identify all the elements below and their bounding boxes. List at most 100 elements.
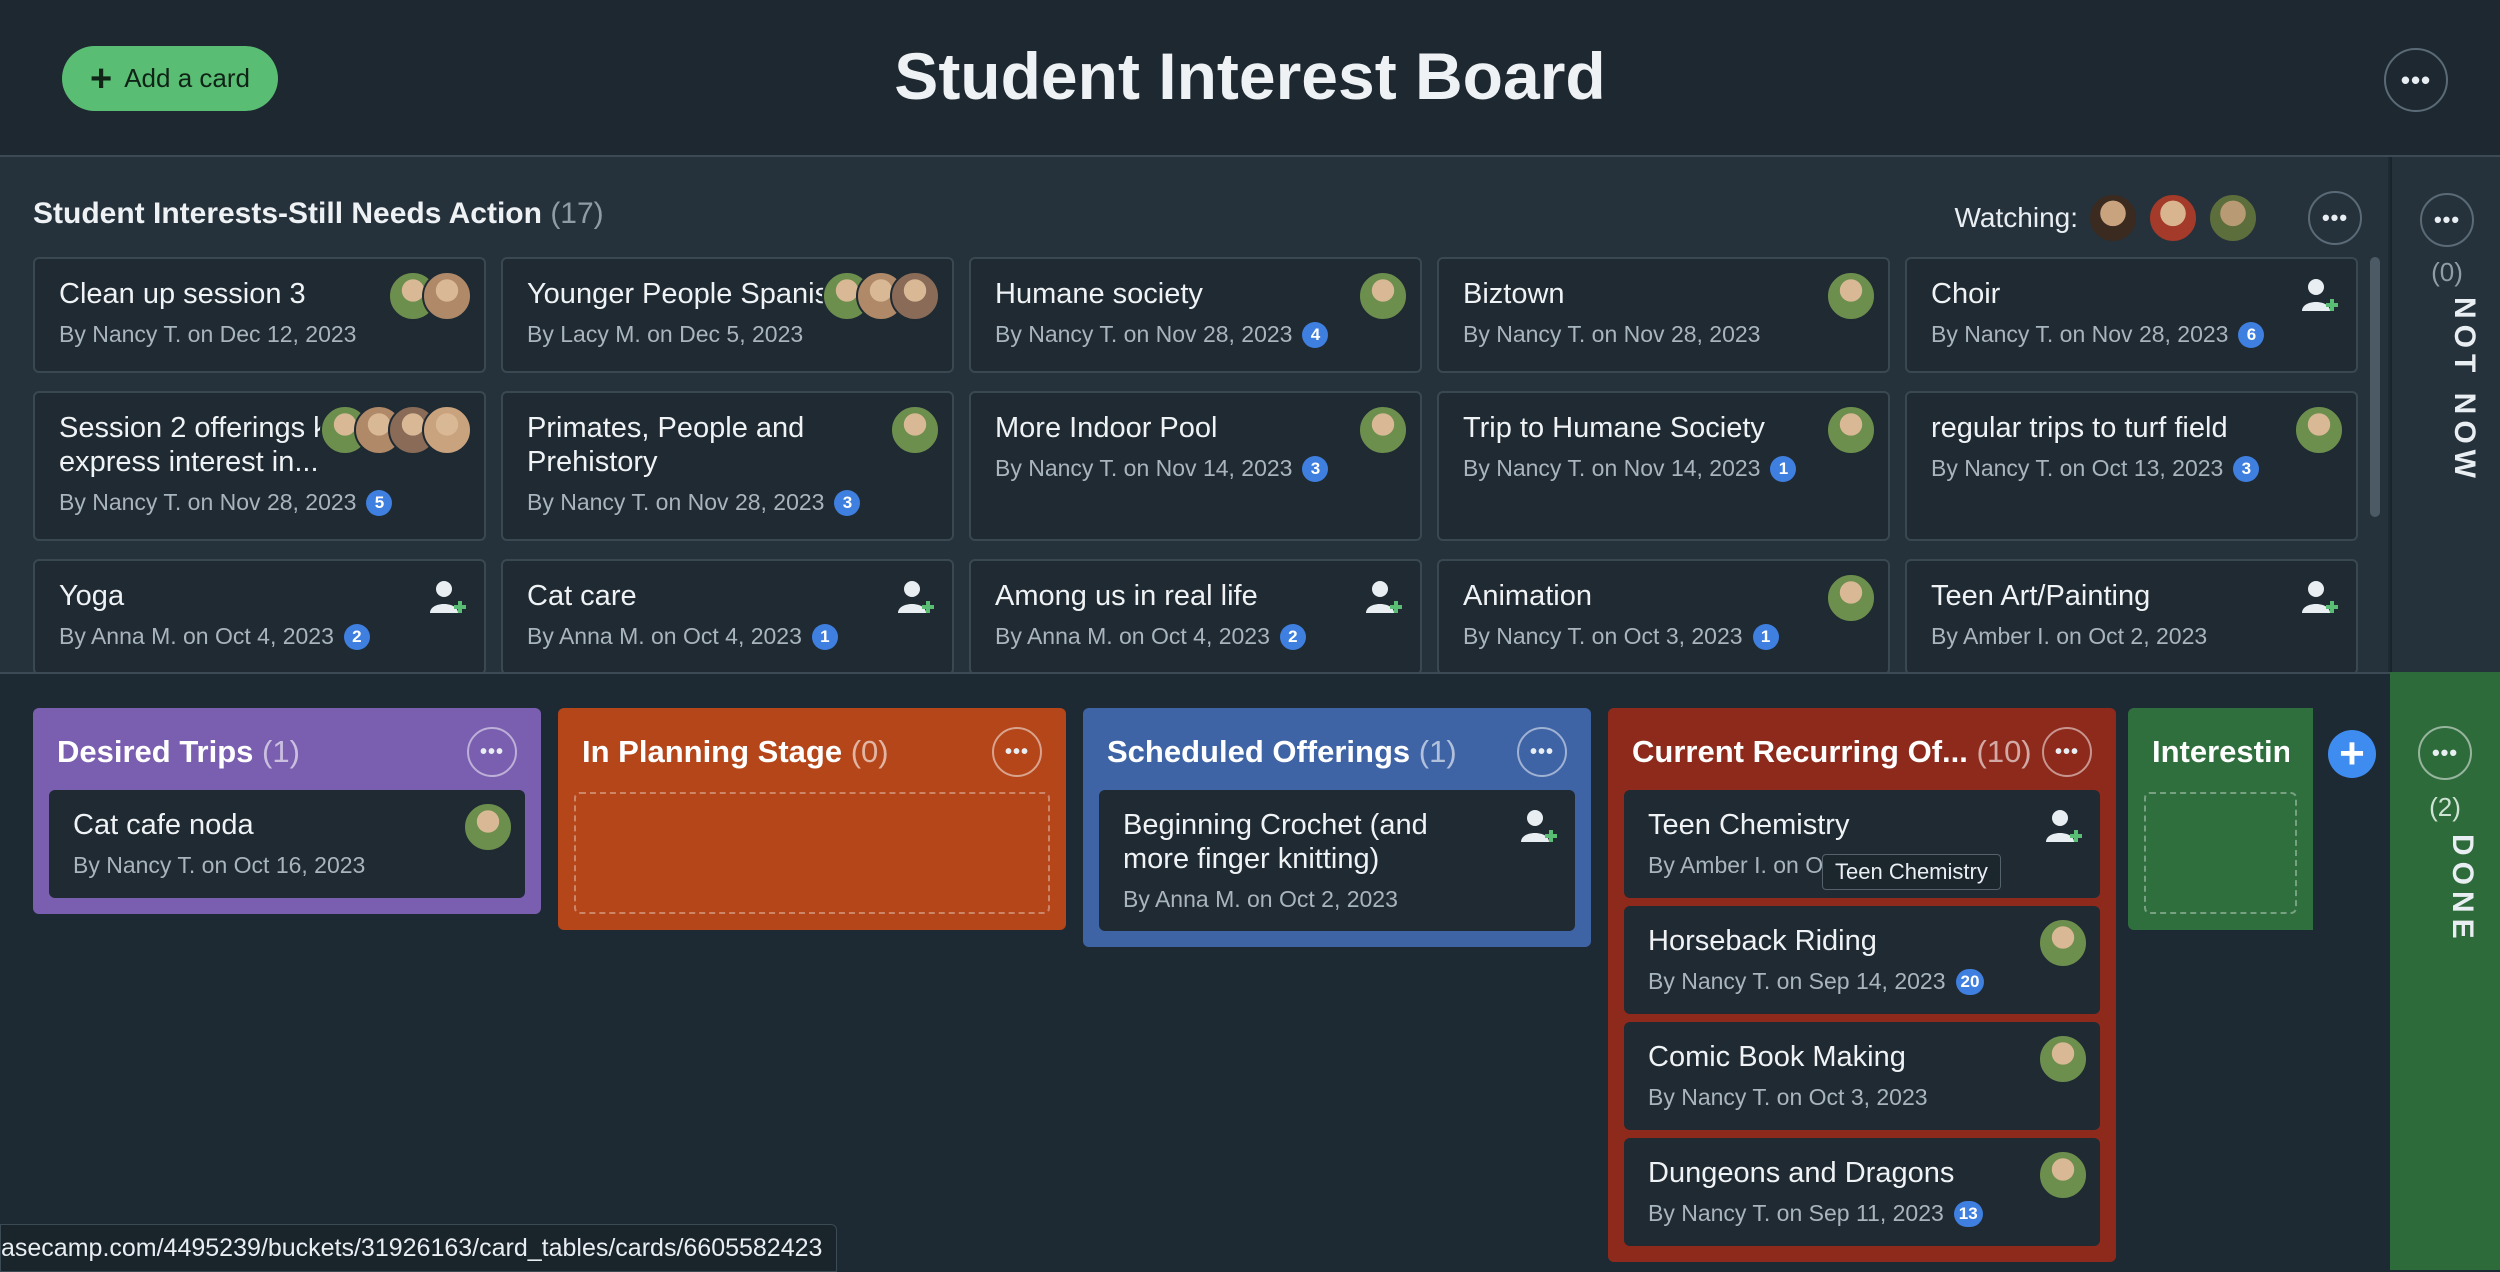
card[interactable]: Animation By Nancy T. on Oct 3, 2023 1 (1437, 559, 1890, 675)
card-author-date: By Amber I. on Oct 2, 2023 (1931, 623, 2208, 649)
card-title: Cat care (527, 580, 637, 612)
card-meta: By Amber I. on Oct 2, 2023 (1931, 623, 2332, 650)
column-menu-button[interactable]: ••• (467, 727, 517, 777)
card-meta: By Nancy T. on Sep 14, 2023 20 (1648, 968, 2076, 995)
tooltip: Teen Chemistry (1822, 854, 2001, 890)
card[interactable]: Beginning Crochet (and more finger knitt… (1099, 790, 1575, 931)
card-author-date: By Nancy T. on Sep 11, 2023 (1648, 1200, 1944, 1226)
column-menu-button[interactable]: ••• (1517, 727, 1567, 777)
card-author-date: By Nancy T. on Oct 16, 2023 (73, 852, 366, 878)
avatar (1826, 573, 1876, 623)
card[interactable]: Teen Chemistry By Amber I. on O Teen Chemi… (1624, 790, 2100, 898)
card[interactable]: Dungeons and Dragons By Nancy T. on Sep 1… (1624, 1138, 2100, 1246)
card-avatars (2038, 1034, 2088, 1084)
not-now-column[interactable]: ••• (0) NOT NOW (2390, 157, 2500, 672)
card-meta: By Nancy T. on Oct 13, 2023 3 (1931, 455, 2332, 482)
card-author-date: By Nancy T. on Oct 3, 2023 (1463, 623, 1743, 649)
card-avatars (1826, 405, 1876, 455)
assign-person-icon[interactable] (2296, 273, 2340, 317)
card[interactable]: Trip to Humane Society By Nancy T. on Nov… (1437, 391, 1890, 541)
card-title: More Indoor Pool (995, 412, 1218, 444)
card-title: regular trips to turf field (1931, 412, 2228, 444)
card-avatars (1358, 405, 1408, 455)
not-now-menu-button[interactable]: ••• (2420, 193, 2474, 247)
drop-zone[interactable] (574, 792, 1050, 914)
card[interactable]: Clean up session 3 By Nancy T. on Dec 12,… (33, 257, 486, 373)
column-title-text: In Planning Stage (582, 734, 843, 769)
card-meta: By Nancy T. on Nov 14, 2023 1 (1463, 455, 1864, 482)
assign-person-icon[interactable] (1515, 804, 1559, 848)
column[interactable]: Desired Trips (1) ••• Cat cafe noda By Nanc… (33, 708, 541, 914)
avatar (2038, 1150, 2088, 1200)
ellipsis-icon: ••• (2321, 205, 2349, 230)
done-column[interactable]: ••• (2) DONE (2390, 672, 2500, 1270)
ellipsis-icon: ••• (479, 740, 504, 763)
drop-zone[interactable] (2144, 792, 2297, 914)
avatar[interactable] (2088, 193, 2138, 243)
board-header: + Add a card Student Interest Board ••• (0, 0, 2500, 157)
card[interactable]: Yoga By Anna M. on Oct 4, 2023 2 (33, 559, 486, 675)
card-title: Teen Chemistry (1648, 809, 1850, 841)
card[interactable]: Humane society By Nancy T. on Nov 28, 202… (969, 257, 1422, 373)
card[interactable]: Session 2 offerings kids express interes… (33, 391, 486, 541)
card[interactable]: Choir By Nancy T. on Nov 28, 2023 6 (1905, 257, 2358, 373)
page-title: Student Interest Board (894, 39, 1606, 113)
column-header: Interesting I (2144, 722, 2297, 782)
avatar[interactable] (2148, 193, 2198, 243)
column-count: (1) (1418, 734, 1457, 769)
comment-count-badge: 6 (2238, 321, 2265, 348)
card-title: Yoga (59, 580, 125, 612)
ellipsis-icon: ••• (2431, 740, 2459, 765)
assign-person-icon[interactable] (1360, 575, 1404, 619)
card[interactable]: Teen Art/Painting By Amber I. on Oct 2, 2… (1905, 559, 2358, 675)
column-count: (1) (262, 734, 300, 769)
comment-count-badge: 3 (834, 489, 861, 516)
card-meta: By Anna M. on Oct 4, 2023 1 (527, 623, 928, 650)
card[interactable]: Biztown By Nancy T. on Nov 28, 2023 (1437, 257, 1890, 373)
card-author-date: By Anna M. on Oct 4, 2023 (995, 623, 1270, 649)
assign-person-icon[interactable] (2296, 575, 2340, 619)
card-meta: By Nancy T. on Nov 28, 2023 (1463, 321, 1864, 348)
add-column-button[interactable]: + (2328, 729, 2376, 778)
card-author-date: By Nancy T. on Oct 3, 2023 (1648, 1084, 1928, 1110)
assign-person-icon[interactable] (424, 575, 468, 619)
card-title: Cat cafe noda (73, 809, 254, 841)
card-avatars (1826, 271, 1876, 321)
column-menu-button[interactable]: ••• (2042, 727, 2092, 777)
assign-person-icon[interactable] (892, 575, 936, 619)
column-count: (10) (1976, 734, 2032, 769)
card[interactable]: regular trips to turf field By Nancy T. o… (1905, 391, 2358, 541)
card[interactable]: Horseback Riding By Nancy T. on Sep 14, 2… (1624, 906, 2100, 1014)
card-title: Primates, People and Prehistory (527, 412, 805, 478)
column-menu-button[interactable]: ••• (992, 727, 1042, 777)
comment-count-badge: 5 (366, 489, 393, 516)
card[interactable]: Cat care By Anna M. on Oct 4, 2023 1 (501, 559, 954, 675)
column[interactable]: In Planning Stage (0) ••• (558, 708, 1066, 930)
card-avatars (388, 271, 472, 321)
assign-person-icon[interactable] (2040, 804, 2084, 848)
section-menu-button[interactable]: ••• (2308, 191, 2362, 245)
avatar (422, 405, 472, 455)
column[interactable]: Current Recurring Of... (10) ••• Teen Chem… (1608, 708, 2116, 1262)
card-title: Choir (1931, 278, 2001, 310)
column[interactable]: Scheduled Offerings (1) ••• Beginning Croc… (1083, 708, 1591, 947)
scrollbar[interactable] (2370, 257, 2380, 517)
board-menu-button[interactable]: ••• (2384, 48, 2448, 112)
card[interactable]: Primates, People and Prehistory By Nancy … (501, 391, 954, 541)
card[interactable]: More Indoor Pool By Nancy T. on Nov 14, 2… (969, 391, 1422, 541)
done-menu-button[interactable]: ••• (2418, 726, 2472, 780)
card[interactable]: Comic Book Making By Nancy T. on Oct 3, 2… (1624, 1022, 2100, 1130)
avatar[interactable] (2208, 193, 2258, 243)
card[interactable]: Younger People Spanish By Lacy M. on Dec … (501, 257, 954, 373)
card-author-date: By Amber I. on O (1648, 852, 1824, 878)
card-title: Trip to Humane Society (1463, 412, 1765, 444)
card[interactable]: Among us in real life By Anna M. on Oct 4… (969, 559, 1422, 675)
ellipsis-icon: ••• (1529, 740, 1554, 763)
column[interactable]: Interesting I (2128, 708, 2313, 930)
card-meta: By Nancy T. on Oct 16, 2023 (73, 852, 501, 879)
watchers[interactable]: Watching: (1955, 193, 2258, 243)
comment-count-badge: 4 (1302, 321, 1329, 348)
card-title: Humane society (995, 278, 1203, 310)
card-title: Biztown (1463, 278, 1565, 310)
card[interactable]: Cat cafe noda By Nancy T. on Oct 16, 2023 (49, 790, 525, 898)
